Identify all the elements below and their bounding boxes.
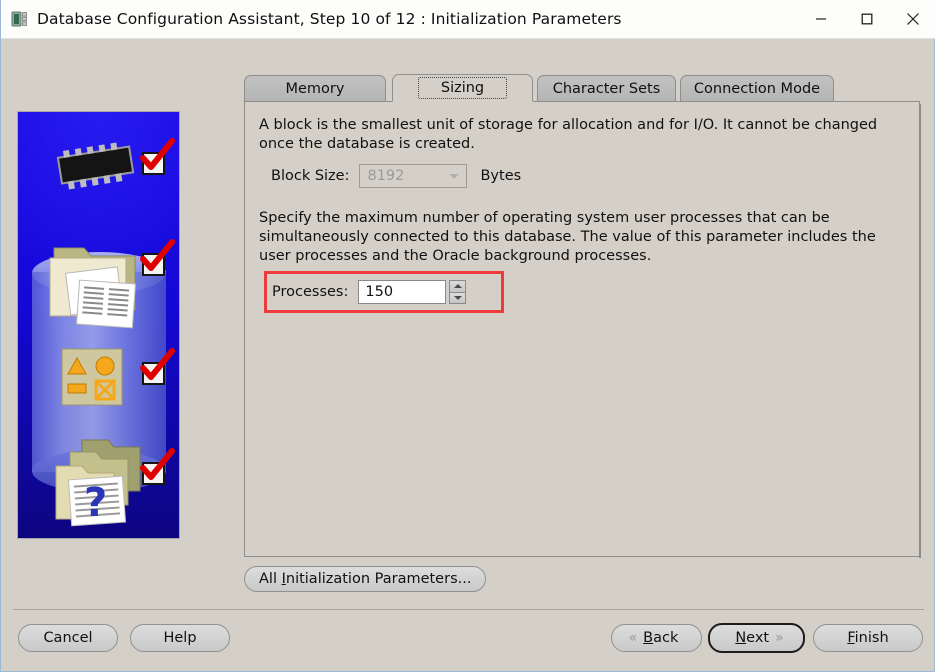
sidebar-check-box-2 [142,253,165,276]
block-size-description: A block is the smallest unit of storage … [259,117,878,152]
block-size-row: Block Size: 8192 Bytes [271,164,521,188]
processes-input[interactable]: 150 [358,280,447,304]
help-button[interactable]: Help [130,624,230,652]
window-controls [798,0,935,38]
processes-stepper[interactable]: 150 [358,280,467,304]
sidebar-check-box-3 [142,362,165,385]
block-size-value: 8192 [367,168,405,184]
tab-memory[interactable]: Memory [244,75,386,102]
tab-character-sets-label: Character Sets [552,81,661,97]
processes-spinner-buttons [449,280,467,304]
footer-separator [13,609,924,610]
file-documents-icon [44,234,148,336]
block-size-select[interactable]: 8192 [359,164,468,188]
maximize-icon[interactable] [844,0,890,38]
processes-increment-button[interactable] [449,280,467,293]
shapes-palette-icon [61,348,123,410]
all-initialization-parameters-label: All Initialization Parameters... [259,571,472,587]
chevron-right-double-icon: » [775,630,784,646]
cancel-button[interactable]: Cancel [18,624,118,652]
block-size-label: Block Size: [271,168,350,184]
window-title: Database Configuration Assistant, Step 1… [37,10,622,28]
dbca-window: Database Configuration Assistant, Step 1… [0,0,935,672]
tab-sizing[interactable]: Sizing [392,74,533,102]
tab-sizing-label: Sizing [417,77,508,99]
close-icon[interactable] [890,0,935,38]
back-button[interactable]: « Back [611,624,702,652]
next-label: Next [735,630,770,646]
processes-row: Processes: 150 [272,280,467,304]
panel-shadow [919,104,921,558]
processes-label: Processes: [272,284,349,300]
processes-description: Specify the maximum number of operating … [259,210,876,264]
chevron-left-double-icon: « [628,630,638,646]
tab-strip: Memory Sizing Character Sets Connection … [244,74,920,102]
finish-button[interactable]: Finish [813,624,923,652]
cancel-label: Cancel [43,630,93,646]
spinner-down-icon [453,295,462,300]
sizing-panel: A block is the smallest unit of storage … [244,101,921,558]
database-chip-icon [11,10,29,28]
processes-decrement-button[interactable] [449,292,467,304]
tab-character-sets[interactable]: Character Sets [537,75,676,102]
svg-text:?: ? [84,480,107,526]
help-label: Help [163,630,197,646]
tab-connection-mode[interactable]: Connection Mode [680,75,834,102]
next-button[interactable]: Next » [708,623,805,653]
block-size-unit-label: Bytes [480,168,522,184]
tab-connection-mode-label: Connection Mode [693,81,821,97]
all-initialization-parameters-button[interactable]: All Initialization Parameters... [244,566,487,592]
back-label: Back [643,630,679,646]
title-bar: Database Configuration Assistant, Step 1… [1,0,935,39]
minimize-icon[interactable] [798,0,844,38]
sidebar-check-box-1 [142,152,165,175]
folders-question-icon: ? [40,432,148,538]
chevron-down-icon [449,174,460,179]
spinner-up-icon [453,284,462,289]
sidebar-check-box-4 [142,462,165,485]
memory-chip-icon [48,142,144,194]
finish-label: Finish [847,630,889,646]
tab-memory-label: Memory [285,81,345,97]
wizard-sidebar-graphic: ? [17,111,180,539]
